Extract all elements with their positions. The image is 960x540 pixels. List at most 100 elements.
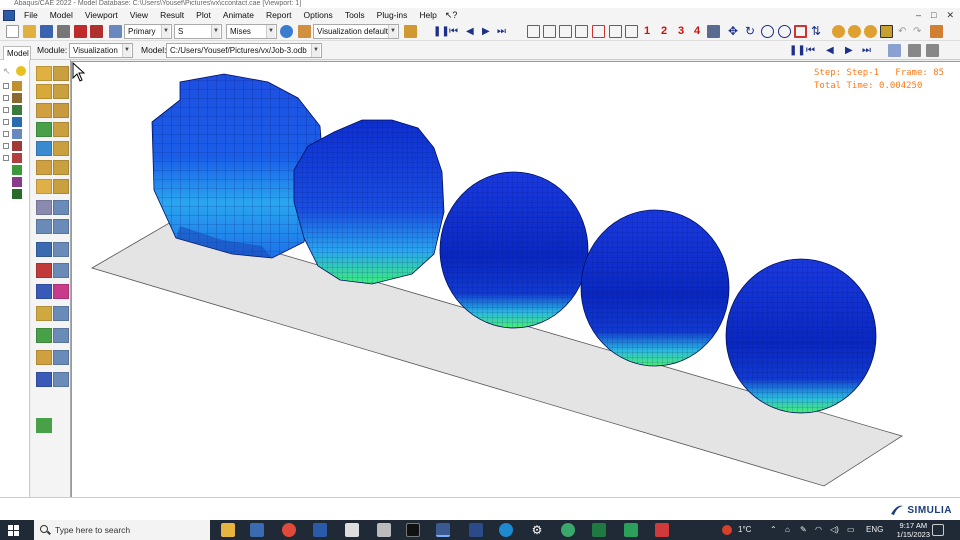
plugin-toolkit-icon[interactable]: [930, 25, 943, 38]
menu-viewport[interactable]: Viewport: [79, 8, 124, 22]
file-explorer-icon[interactable]: [221, 523, 235, 537]
movie-camera-icon[interactable]: [926, 44, 939, 57]
new-file-icon[interactable]: [6, 25, 19, 38]
animate-time-icon[interactable]: [53, 141, 69, 156]
menu-help[interactable]: Help: [413, 8, 442, 22]
plot-symbols-icon[interactable]: [53, 84, 69, 99]
superimpose-icon[interactable]: [53, 122, 69, 137]
open-folder-icon[interactable]: [23, 25, 36, 38]
wifi-icon[interactable]: ◠: [815, 520, 822, 540]
volume-icon[interactable]: ◁): [830, 520, 839, 540]
pen-icon[interactable]: ✎: [800, 520, 807, 540]
create-path-icon[interactable]: [36, 200, 52, 215]
minimize-button[interactable]: –: [916, 8, 921, 22]
display-options-icon[interactable]: [36, 328, 52, 343]
rotate-icon[interactable]: ↻: [745, 25, 755, 38]
menu-report[interactable]: Report: [260, 8, 298, 22]
field-output-icon[interactable]: [109, 25, 122, 38]
app-icon-dark[interactable]: [469, 523, 483, 537]
report-manager-icon[interactable]: [53, 350, 69, 365]
plot-material-orient-icon[interactable]: [36, 103, 52, 118]
abaqus-taskbar-icon[interactable]: [436, 523, 450, 537]
network-icon[interactable]: ⌂: [785, 520, 790, 540]
display-group-icon[interactable]: [36, 263, 52, 278]
xy-options-icon[interactable]: [53, 179, 69, 194]
menu-options[interactable]: Options: [298, 8, 339, 22]
probe-values-icon[interactable]: [36, 284, 52, 299]
tree-row[interactable]: [3, 141, 28, 152]
viewport-icon[interactable]: [90, 25, 103, 38]
anim-pause-icon[interactable]: ❚❚: [789, 44, 806, 57]
tree-row[interactable]: [3, 117, 28, 128]
app-icon-green[interactable]: [624, 523, 638, 537]
save-icon[interactable]: [40, 25, 53, 38]
user-view-icon[interactable]: [707, 25, 720, 38]
view-bottom-icon[interactable]: [625, 25, 638, 38]
camera-icon[interactable]: [908, 44, 921, 57]
tree-row[interactable]: [3, 93, 28, 104]
taskbar-search-box[interactable]: Type here to search: [34, 520, 210, 540]
free-body-manager-icon[interactable]: [53, 306, 69, 321]
render-shaded-icon[interactable]: [864, 25, 877, 38]
view-front-icon[interactable]: [543, 25, 556, 38]
view-cut-icon[interactable]: [53, 242, 69, 257]
view-top-icon[interactable]: [559, 25, 572, 38]
anim-prev-icon[interactable]: ◀: [826, 44, 834, 57]
redo-icon[interactable]: ↷: [913, 25, 921, 38]
view-left-icon[interactable]: [592, 25, 605, 38]
refresh-icon[interactable]: [280, 25, 293, 38]
view-1-button[interactable]: 1: [644, 23, 650, 40]
visualization-defaults-select[interactable]: Visualization defaults ▼: [313, 24, 399, 39]
notepad-icon[interactable]: [377, 523, 391, 537]
stress-linearization-icon[interactable]: [53, 284, 69, 299]
zoom-icon[interactable]: [761, 25, 774, 38]
menu-result[interactable]: Result: [154, 8, 190, 22]
defaults-icon[interactable]: [298, 25, 311, 38]
display-group-manager-icon[interactable]: [53, 263, 69, 278]
animate-harmonic-icon[interactable]: [36, 160, 52, 175]
next-frame-icon[interactable]: ▶: [482, 25, 490, 38]
prev-frame-icon[interactable]: ◀: [466, 25, 474, 38]
common-options-icon[interactable]: [53, 219, 69, 234]
tree-row[interactable]: [3, 189, 28, 200]
animation-options-tool-icon[interactable]: [53, 160, 69, 175]
odb-icon[interactable]: [74, 25, 87, 38]
primary-select[interactable]: Primary ▼: [124, 24, 172, 39]
field-select[interactable]: S ▼: [174, 24, 222, 39]
excel-icon[interactable]: [592, 523, 606, 537]
menu-view[interactable]: View: [124, 8, 154, 22]
box-zoom-icon[interactable]: [778, 25, 791, 38]
close-button[interactable]: ✕: [946, 8, 954, 22]
contour-options-icon[interactable]: [36, 122, 52, 137]
anim-first-icon[interactable]: ⏮: [806, 44, 815, 57]
cycle-icon[interactable]: ⇅: [811, 25, 821, 38]
allow-multiple-plots-icon[interactable]: [53, 103, 69, 118]
create-section-icon[interactable]: [36, 372, 52, 387]
anim-next-icon[interactable]: ▶: [845, 44, 853, 57]
tree-row[interactable]: [3, 129, 28, 140]
settings-gear-icon[interactable]: ⚙: [530, 523, 544, 537]
display-options-manager-icon[interactable]: [53, 328, 69, 343]
app-icon-red[interactable]: [655, 523, 669, 537]
tree-row[interactable]: [3, 165, 28, 176]
battery-icon[interactable]: ▭: [847, 520, 855, 540]
edge-dev-icon[interactable]: [561, 523, 575, 537]
print-icon[interactable]: [57, 25, 70, 38]
section-manager-icon[interactable]: [53, 372, 69, 387]
view-back-icon[interactable]: [609, 25, 622, 38]
abaqus-app-icon[interactable]: [3, 9, 15, 21]
pan-icon[interactable]: ✥: [728, 25, 738, 38]
app-icon-blue[interactable]: [250, 523, 264, 537]
tab-model[interactable]: Model: [3, 46, 31, 60]
windows-start-icon[interactable]: [8, 525, 19, 536]
invariant-select[interactable]: Mises ▼: [226, 24, 277, 39]
menu-file[interactable]: File: [18, 8, 44, 22]
view-right-icon[interactable]: [575, 25, 588, 38]
report-field-icon[interactable]: [36, 350, 52, 365]
language-indicator[interactable]: ENG: [866, 520, 883, 540]
menu-model[interactable]: Model: [44, 8, 79, 22]
pause-icon[interactable]: ❚❚: [433, 25, 450, 38]
menu-animate[interactable]: Animate: [217, 8, 260, 22]
xy-data-icon[interactable]: [36, 179, 52, 194]
word-icon[interactable]: [313, 523, 327, 537]
